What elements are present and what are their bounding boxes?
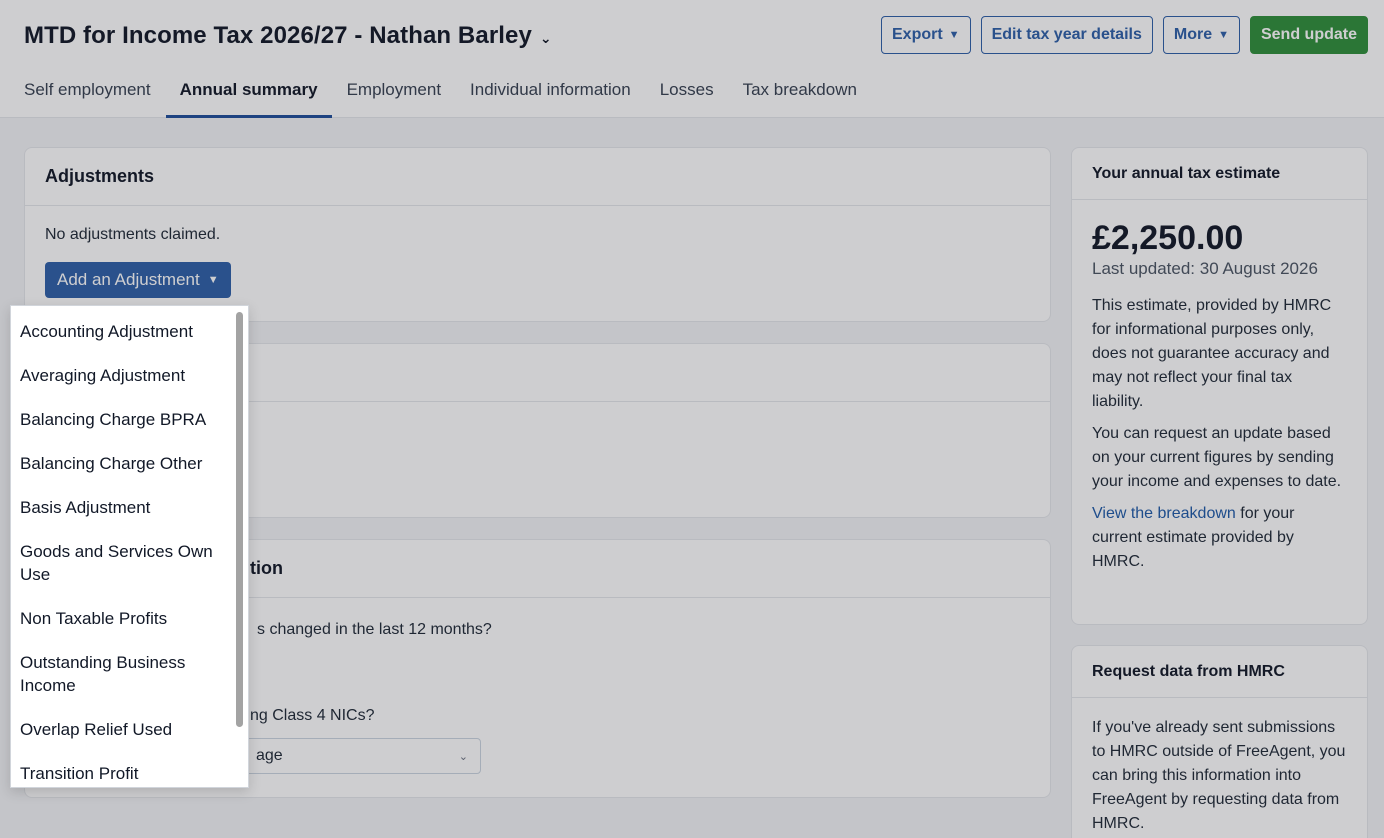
menu-scrollbar[interactable] [236, 312, 243, 727]
menu-item-overlap-relief-used[interactable]: Overlap Relief Used [11, 707, 236, 751]
menu-item-goods-services-own-use[interactable]: Goods and Services Own Use [11, 529, 236, 596]
menu-item-transition-profit[interactable]: Transition Profit Acceleration Amount [11, 751, 236, 787]
menu-item-balancing-charge-bpra[interactable]: Balancing Charge BPRA [11, 397, 236, 441]
adjustment-type-menu: Accounting Adjustment Averaging Adjustme… [10, 305, 249, 788]
menu-item-accounting-adjustment[interactable]: Accounting Adjustment [11, 309, 236, 353]
menu-item-balancing-charge-other[interactable]: Balancing Charge Other [11, 441, 236, 485]
menu-item-non-taxable-profits[interactable]: Non Taxable Profits [11, 596, 236, 640]
menu-item-outstanding-business-income[interactable]: Outstanding Business Income [11, 640, 236, 707]
menu-item-basis-adjustment[interactable]: Basis Adjustment [11, 485, 236, 529]
menu-item-averaging-adjustment[interactable]: Averaging Adjustment [11, 353, 236, 397]
adjustment-menu-list: Accounting Adjustment Averaging Adjustme… [11, 306, 248, 787]
